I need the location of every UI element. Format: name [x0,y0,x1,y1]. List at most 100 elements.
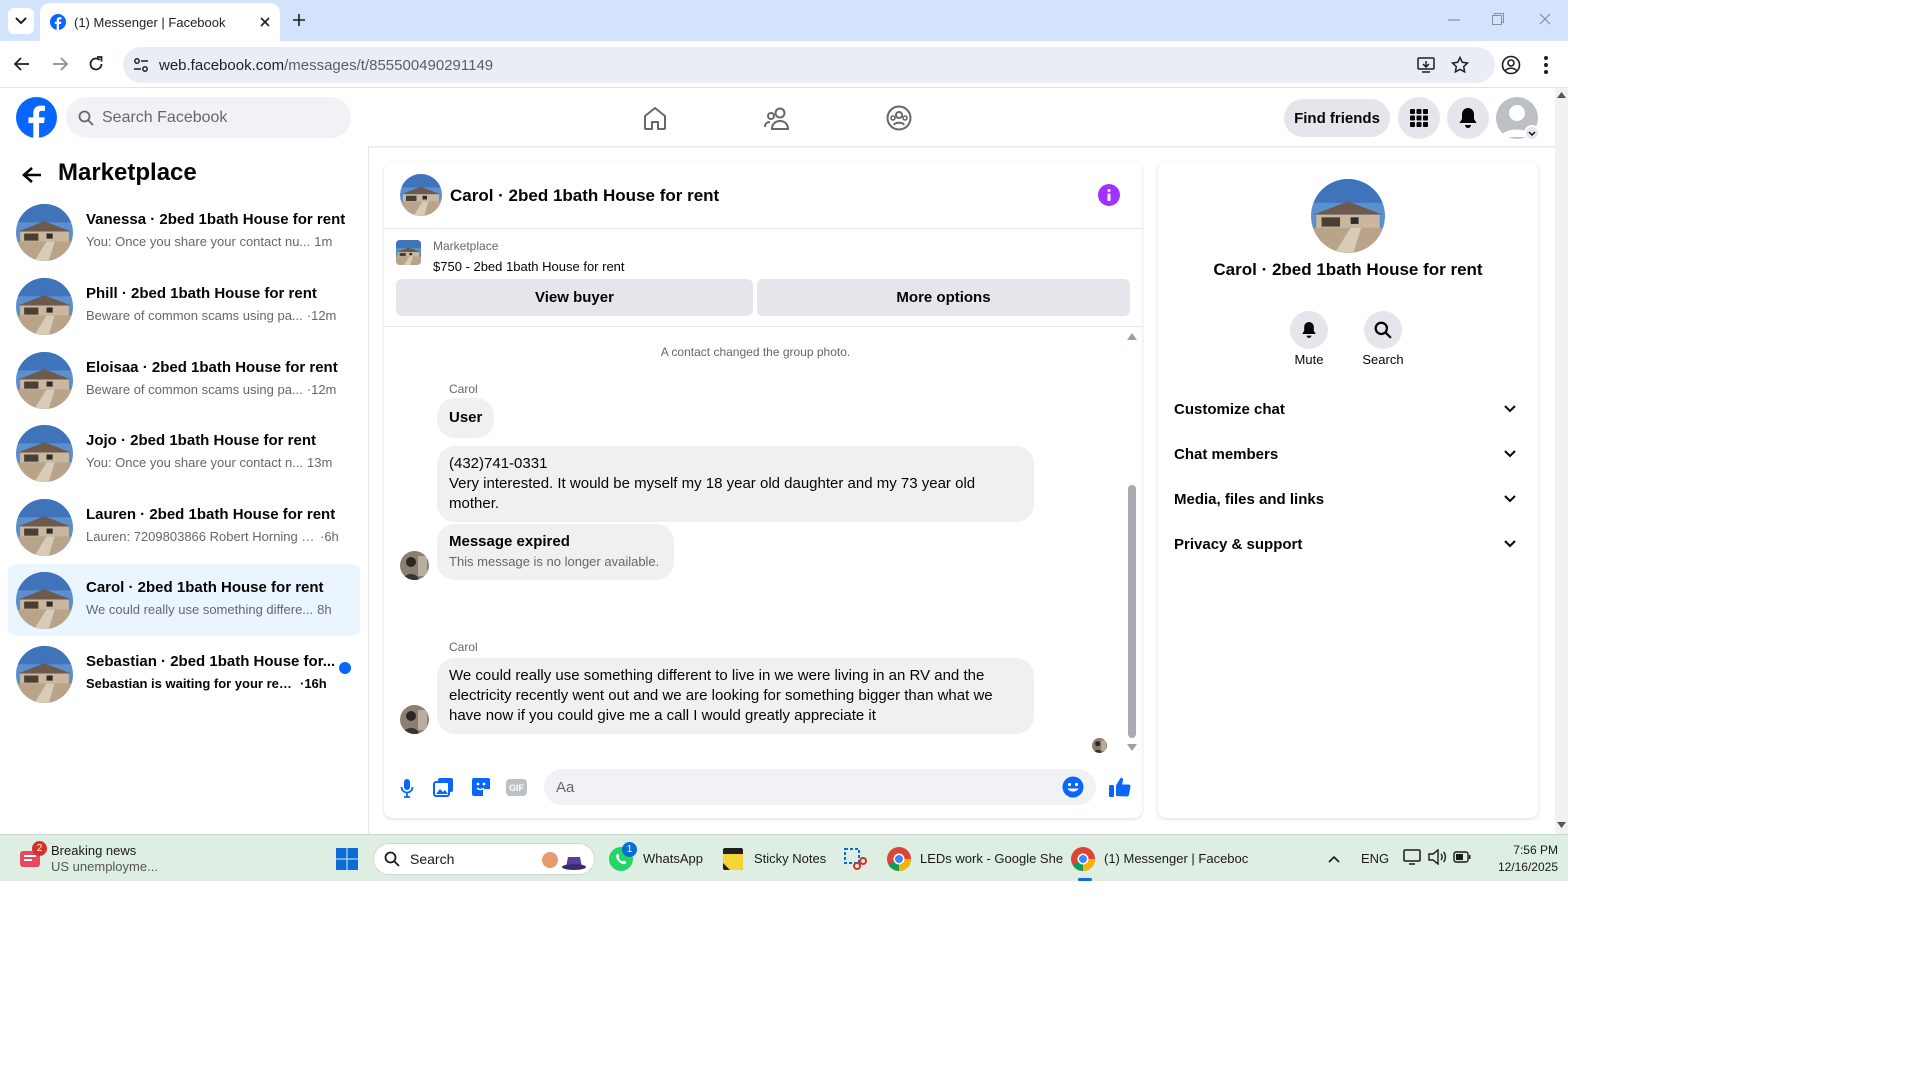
profile-icon[interactable] [1501,55,1521,75]
profile-photo[interactable] [1311,179,1385,253]
chat-scroll-up-icon[interactable] [1127,333,1137,340]
groups-icon[interactable] [886,105,912,131]
expired-message-bubble[interactable]: Message expired This message is no longe… [437,524,674,580]
listing-thumbnail[interactable] [396,240,421,265]
bookmark-star-icon[interactable] [1451,56,1469,74]
taskbar-chrome-messenger[interactable]: (1) Messenger | Faceboc [1070,835,1248,882]
chat-members-section[interactable]: Chat members [1174,432,1524,476]
microphone-icon[interactable] [400,778,414,798]
customize-chat-section[interactable]: Customize chat [1174,387,1524,431]
browser-tab[interactable]: (1) Messenger | Facebook [40,3,280,41]
house-photo-icon [16,425,73,482]
search-highlight-icon [542,852,586,870]
conversation-avatar [16,204,73,261]
close-tab-icon[interactable] [260,17,270,27]
conversation-info-button[interactable] [1098,184,1120,206]
friends-icon[interactable] [764,105,792,131]
network-icon[interactable] [1403,849,1421,865]
taskbar: Breaking news US unemployme... 2 Search … [0,834,1568,881]
back-arrow-icon[interactable] [14,57,30,71]
notifications-button[interactable] [1447,97,1489,139]
chevron-up-icon[interactable] [1328,855,1340,863]
home-icon[interactable] [642,105,668,131]
message-bubble[interactable]: User [437,398,495,438]
taskbar-whatsapp[interactable]: WhatsApp 1 [608,835,703,882]
news-widget[interactable]: Breaking news US unemployme... 2 [18,835,158,882]
conversation-title: Lauren · 2bed 1bath House for rent [86,506,336,523]
conversation-preview: Sebastian is waiting for your resp... ·16… [86,676,327,691]
new-tab-icon[interactable] [292,13,306,27]
address-bar[interactable]: web.facebook.com/messages/t/855500490291… [123,47,1495,83]
chat-title[interactable]: Carol · 2bed 1bath House for rent [450,186,719,206]
sender-avatar[interactable] [400,551,429,580]
sender-avatar[interactable] [400,705,429,734]
media-files-links-section[interactable]: Media, files and links [1174,477,1524,521]
close-window-icon[interactable] [1539,13,1551,25]
message-bubble[interactable]: (432)741-0331 Very interested. It would … [437,446,1034,522]
preview-time: 8h [317,602,332,617]
conversation-preview: You: Once you share your contact n... 13m [86,455,332,470]
site-info-icon[interactable] [133,58,149,72]
gif-icon[interactable]: GIF [506,779,527,796]
conversation-item[interactable]: Eloisaa · 2bed 1bath House for rent Bewar… [8,344,360,416]
preview-text: Lauren: 7209803866 Robert Horning (... [86,529,316,544]
message-input[interactable]: Aa [544,769,1096,805]
browser-menu-icon[interactable] [1543,55,1549,75]
clock-date: 12/16/2025 [1497,860,1558,874]
emoji-icon[interactable] [1062,776,1084,798]
taskbar-chrome-sheets[interactable]: LEDs work - Google She [886,835,1063,882]
chat-scroll-down-icon[interactable] [1127,744,1137,751]
system-clock[interactable]: 7:56 PM 12/16/2025 [1478,842,1558,876]
menu-button[interactable] [1398,97,1440,139]
view-buyer-button[interactable]: View buyer [396,279,753,316]
reload-icon[interactable] [88,56,104,72]
conversation-item[interactable]: Carol · 2bed 1bath House for rent We coul… [8,564,360,636]
forward-arrow-icon[interactable] [52,57,68,71]
scroll-down-arrow-icon[interactable] [1557,822,1566,828]
facebook-logo-icon[interactable] [16,97,57,138]
restore-icon[interactable] [1492,13,1504,25]
search-icon [1374,321,1392,339]
conversation-item[interactable]: Phill · 2bed 1bath House for rent Beware … [8,270,360,342]
account-menu-toggle[interactable] [1524,125,1540,141]
taskbar-search[interactable]: Search [373,843,595,875]
message-bubble[interactable]: We could really use something different … [437,658,1034,734]
find-friends-button[interactable]: Find friends [1284,99,1390,137]
sticker-icon[interactable] [471,777,491,797]
chat-scrollbar-thumb[interactable] [1128,485,1136,738]
minimize-icon[interactable] [1448,19,1460,21]
conversation-item[interactable]: Sebastian · 2bed 1bath House for... Sebas… [8,638,360,710]
volume-icon[interactable] [1428,849,1446,865]
battery-icon[interactable] [1453,851,1471,863]
house-photo-icon [16,499,73,556]
page-scrollbar[interactable] [1555,88,1568,834]
preview-text: Beware of common scams using pa... [86,308,303,323]
privacy-support-section[interactable]: Privacy & support [1174,522,1524,566]
search-icon [384,851,400,867]
tab-search-button[interactable] [8,8,34,34]
preview-time: ·16h [300,676,327,691]
conversation-sidebar: Marketplace Vanessa · 2bed 1bath House f… [0,146,369,834]
photo-attach-icon[interactable] [433,777,454,797]
language-indicator[interactable]: ENG [1361,851,1389,866]
taskbar-sticky-notes[interactable]: Sticky Notes [722,835,826,882]
conversation-item[interactable]: Lauren · 2bed 1bath House for rent Lauren… [8,491,360,563]
windows-start-icon[interactable] [335,847,359,871]
section-label: Customize chat [1174,400,1285,418]
conversation-item[interactable]: Vanessa · 2bed 1bath House for rent You: … [8,196,360,268]
install-app-icon[interactable] [1417,57,1435,73]
mute-button[interactable] [1290,311,1328,349]
back-arrow-icon[interactable] [22,166,42,184]
facebook-search-input[interactable]: Search Facebook [66,97,351,138]
search-in-chat-button[interactable] [1364,311,1402,349]
chat-avatar[interactable] [400,174,442,216]
search-icon [78,110,94,126]
thumbs-up-icon[interactable] [1108,776,1131,798]
listing-title[interactable]: $750 - 2bed 1bath House for rent [433,259,625,274]
scroll-up-arrow-icon[interactable] [1557,92,1566,98]
conversation-title: Carol · 2bed 1bath House for rent [86,579,324,596]
snipping-tool-icon[interactable] [843,847,867,871]
preview-text: We could really use something differe... [86,602,314,617]
conversation-item[interactable]: Jojo · 2bed 1bath House for rent You: Onc… [8,417,360,489]
more-options-button[interactable]: More options [757,279,1130,316]
